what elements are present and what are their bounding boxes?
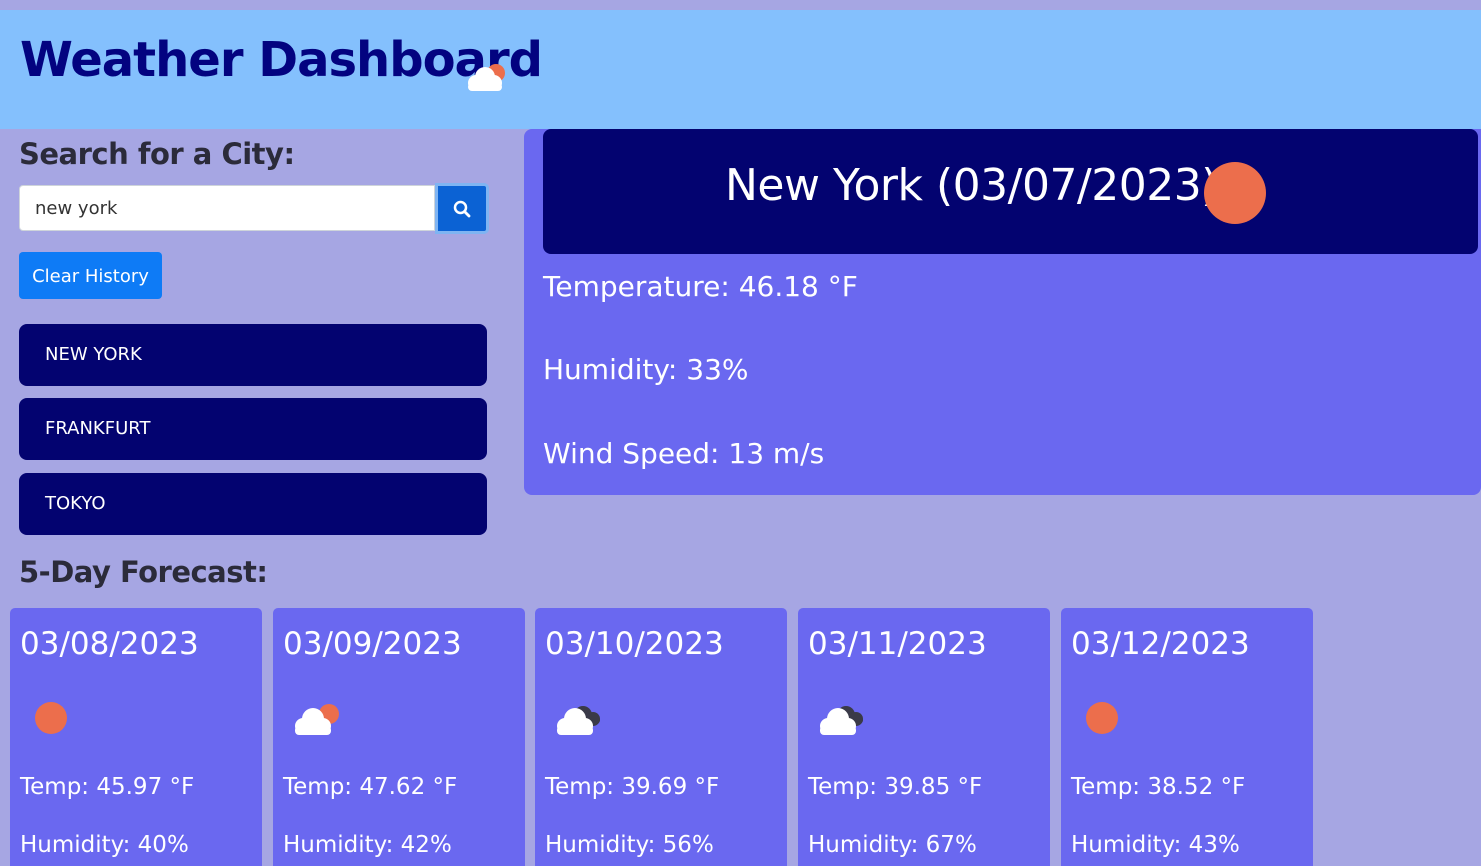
forecast-humidity: Humidity: 40%	[20, 832, 189, 858]
cloudy-icon	[553, 698, 605, 738]
forecast-date: 03/08/2023	[20, 626, 199, 662]
current-city-title: New York (03/07/2023)	[725, 160, 1218, 211]
forecast-temp: Temp: 38.52 °F	[1071, 774, 1246, 800]
forecast-date: 03/12/2023	[1071, 626, 1250, 662]
forecast-temp: Temp: 45.97 °F	[20, 774, 195, 800]
forecast-humidity: Humidity: 56%	[545, 832, 714, 858]
forecast-humidity: Humidity: 42%	[283, 832, 452, 858]
search-label: Search for a City:	[19, 137, 295, 171]
sun-icon	[1204, 162, 1266, 224]
cloud-with-sun-icon	[464, 60, 510, 94]
clear-history-button[interactable]: Clear History	[19, 252, 162, 299]
city-search-input[interactable]	[19, 185, 435, 231]
sun-icon	[28, 698, 80, 738]
search-icon	[453, 200, 471, 218]
forecast-card: 03/08/2023 Temp: 45.97 °F Humidity: 40%	[10, 608, 262, 866]
forecast-date: 03/09/2023	[283, 626, 462, 662]
forecast-humidity: Humidity: 43%	[1071, 832, 1240, 858]
forecast-label: 5-Day Forecast:	[19, 555, 268, 589]
forecast-date: 03/10/2023	[545, 626, 724, 662]
current-wind-speed: Wind Speed: 13 m/s	[543, 437, 825, 470]
top-strip	[0, 0, 1481, 10]
cloud-with-sun-icon	[291, 698, 343, 738]
history-item-frankfurt[interactable]: FRANKFURT	[19, 398, 487, 460]
forecast-card: 03/09/2023 Temp: 47.62 °F Humidity: 42%	[273, 608, 525, 866]
history-item-tokyo[interactable]: TOKYO	[19, 473, 487, 535]
forecast-temp: Temp: 39.69 °F	[545, 774, 720, 800]
forecast-card: 03/10/2023 Temp: 39.69 °F Humidity: 56%	[535, 608, 787, 866]
current-temperature: Temperature: 46.18 °F	[543, 270, 858, 303]
history-item-new-york[interactable]: NEW YORK	[19, 324, 487, 386]
forecast-card: 03/12/2023 Temp: 38.52 °F Humidity: 43%	[1061, 608, 1313, 866]
cloudy-icon	[816, 698, 868, 738]
forecast-date: 03/11/2023	[808, 626, 987, 662]
current-humidity: Humidity: 33%	[543, 353, 749, 386]
forecast-temp: Temp: 47.62 °F	[283, 774, 458, 800]
forecast-temp: Temp: 39.85 °F	[808, 774, 983, 800]
forecast-card: 03/11/2023 Temp: 39.85 °F Humidity: 67%	[798, 608, 1050, 866]
sun-icon	[1079, 698, 1131, 738]
forecast-humidity: Humidity: 67%	[808, 832, 977, 858]
search-button[interactable]	[435, 183, 489, 234]
app-header: Weather Dashboard	[0, 10, 1481, 129]
